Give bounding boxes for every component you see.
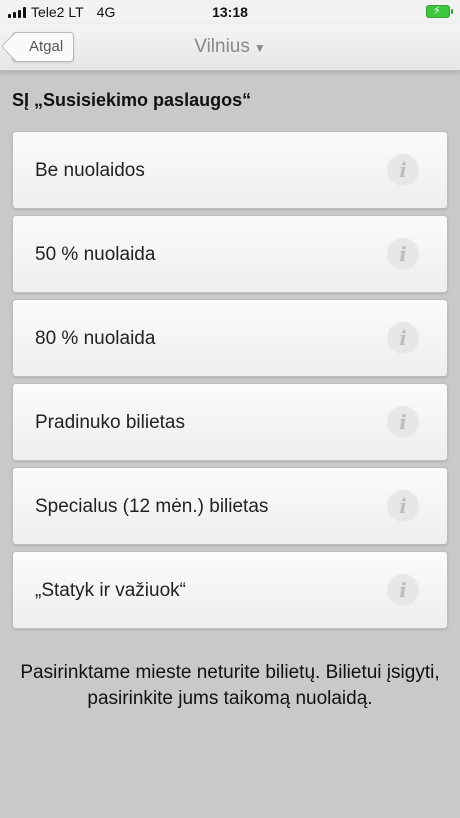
option-label: Specialus (12 mėn.) bilietas [35, 496, 269, 517]
option-no-discount[interactable]: Be nuolaidos i [12, 131, 448, 209]
dropdown-caret-icon: ▼ [253, 41, 266, 55]
city-title: Vilnius [194, 36, 250, 57]
option-special-12-month-ticket[interactable]: Specialus (12 mėn.) bilietas i [12, 467, 448, 545]
provider-title: SĮ „Susisiekimo paslaugos“ [12, 90, 252, 110]
status-time: 13:18 [212, 4, 248, 20]
option-label: 80 % nuolaida [35, 328, 156, 349]
city-selector[interactable]: Vilnius ▼ [0, 36, 460, 58]
battery-status: ⚡ [426, 5, 453, 18]
info-icon[interactable]: i [387, 574, 419, 606]
discount-options-list: Be nuolaidos i 50 % nuolaida i 80 % nuol… [12, 131, 448, 635]
navigation-bar: Atgal Vilnius ▼ [0, 24, 460, 71]
option-80-discount[interactable]: 80 % nuolaida i [12, 299, 448, 377]
option-label: „Statyk ir važiuok“ [35, 580, 186, 601]
option-50-discount[interactable]: 50 % nuolaida i [12, 215, 448, 293]
option-label: 50 % nuolaida [35, 244, 156, 265]
no-tickets-message: Pasirinktame mieste neturite bilietų. Bi… [20, 662, 440, 709]
info-icon[interactable]: i [387, 154, 419, 186]
info-icon[interactable]: i [387, 490, 419, 522]
status-bar: Tele2 LT 4G 13:18 ⚡ [0, 0, 460, 24]
option-label: Be nuolaidos [35, 160, 145, 181]
info-icon[interactable]: i [387, 322, 419, 354]
battery-charging-icon: ⚡ [426, 5, 453, 18]
info-icon[interactable]: i [387, 406, 419, 438]
option-label: Pradinuko bilietas [35, 412, 185, 433]
option-park-and-ride[interactable]: „Statyk ir važiuok“ i [12, 551, 448, 629]
info-icon[interactable]: i [387, 238, 419, 270]
option-pupil-ticket[interactable]: Pradinuko bilietas i [12, 383, 448, 461]
